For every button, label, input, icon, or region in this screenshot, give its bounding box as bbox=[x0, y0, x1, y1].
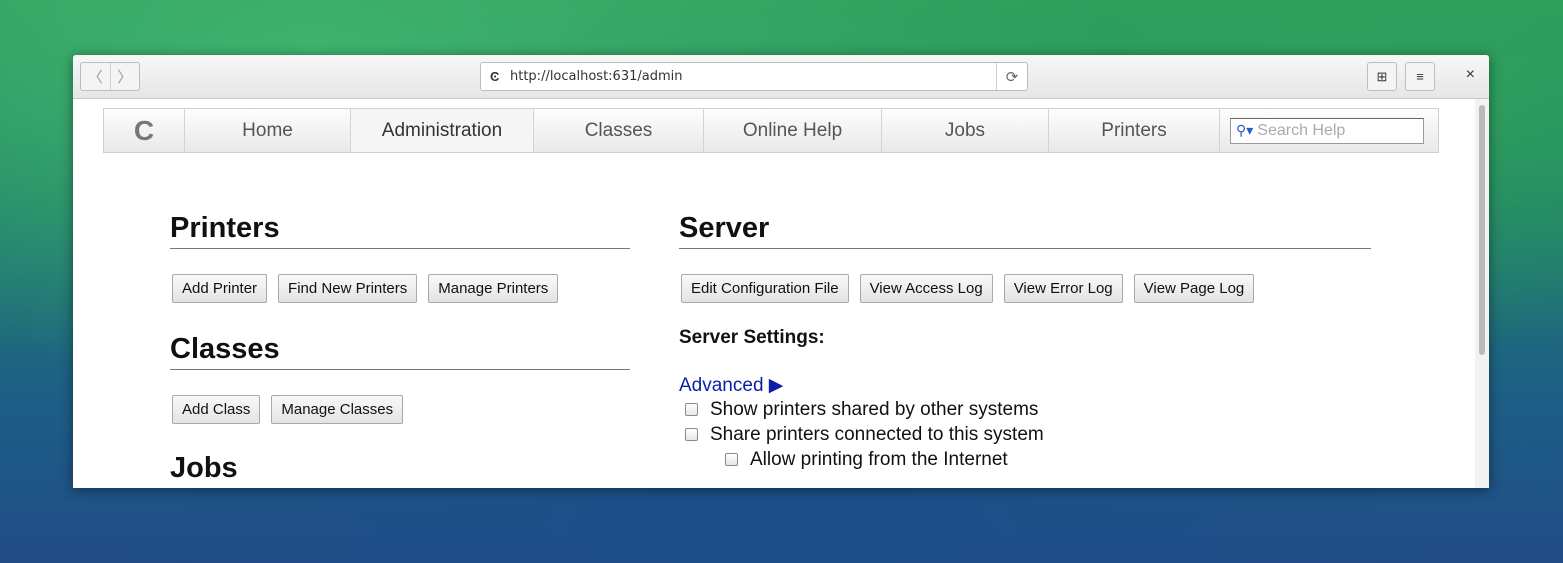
browser-window: 〈 〉 Ͼ http://localhost:631/admin ⟳ ⊞ ≡ ×… bbox=[73, 55, 1489, 488]
share-printers-label: Share printers connected to this system bbox=[710, 423, 1044, 445]
left-column: Printers Add Printer Find New Printers M… bbox=[170, 212, 630, 488]
cups-logo-icon: C bbox=[133, 114, 155, 146]
reload-button[interactable]: ⟳ bbox=[996, 63, 1027, 90]
printers-buttons: Add Printer Find New Printers Manage Pri… bbox=[172, 274, 630, 303]
allow-internet-printing-label: Allow printing from the Internet bbox=[750, 448, 1008, 470]
search-placeholder: Search Help bbox=[1257, 121, 1346, 139]
reload-icon: ⟳ bbox=[1005, 68, 1019, 86]
back-button[interactable]: 〈 bbox=[81, 63, 110, 90]
menu-icon: ≡ bbox=[1416, 69, 1424, 84]
bookmark-button[interactable]: ⊞ bbox=[1367, 62, 1397, 91]
search-icon: ⚲▾ bbox=[1236, 122, 1254, 138]
bookmark-icon: ⊞ bbox=[1376, 68, 1388, 84]
printers-heading: Printers bbox=[170, 212, 630, 249]
history-nav: 〈 〉 bbox=[80, 62, 140, 91]
show-shared-printers-checkbox[interactable] bbox=[685, 403, 698, 416]
close-button[interactable]: × bbox=[1466, 66, 1475, 84]
allow-internet-printing-checkbox[interactable] bbox=[725, 453, 738, 466]
search-area: ⚲▾ Search Help bbox=[1220, 109, 1438, 152]
chevron-right-icon: 〉 bbox=[117, 69, 133, 86]
cups-nav: C Home Administration Classes Online Hel… bbox=[103, 108, 1439, 153]
cups-logo[interactable]: C bbox=[104, 109, 185, 152]
vertical-scrollbar[interactable] bbox=[1475, 99, 1489, 488]
show-shared-printers-label: Show printers shared by other systems bbox=[710, 398, 1039, 420]
scrollbar-thumb[interactable] bbox=[1479, 105, 1485, 355]
forward-button[interactable]: 〉 bbox=[109, 63, 140, 90]
option-allow-internet-printing[interactable]: Allow printing from the Internet bbox=[725, 447, 1371, 472]
manage-classes-button[interactable]: Manage Classes bbox=[271, 395, 404, 424]
browser-toolbar: 〈 〉 Ͼ http://localhost:631/admin ⟳ ⊞ ≡ × bbox=[73, 55, 1489, 99]
share-printers-checkbox[interactable] bbox=[685, 428, 698, 441]
manage-printers-button[interactable]: Manage Printers bbox=[428, 274, 559, 303]
menu-button[interactable]: ≡ bbox=[1405, 62, 1435, 91]
tab-administration[interactable]: Administration bbox=[351, 109, 534, 152]
view-access-log-button[interactable]: View Access Log bbox=[859, 274, 993, 303]
add-class-button[interactable]: Add Class bbox=[172, 395, 261, 424]
address-bar[interactable]: Ͼ http://localhost:631/admin ⟳ bbox=[480, 62, 1028, 91]
view-error-log-button[interactable]: View Error Log bbox=[1003, 274, 1123, 303]
view-page-log-button[interactable]: View Page Log bbox=[1133, 274, 1255, 303]
option-share-printers[interactable]: Share printers connected to this system bbox=[685, 422, 1371, 447]
tab-jobs[interactable]: Jobs bbox=[882, 109, 1049, 152]
server-settings-label: Server Settings: bbox=[679, 327, 825, 348]
cups-icon: Ͼ bbox=[490, 68, 500, 84]
tab-online-help[interactable]: Online Help bbox=[704, 109, 882, 152]
option-show-shared-printers[interactable]: Show printers shared by other systems bbox=[685, 397, 1371, 422]
server-buttons: Edit Configuration File View Access Log … bbox=[681, 274, 1371, 303]
right-column: Server Edit Configuration File View Acce… bbox=[679, 212, 1371, 472]
classes-buttons: Add Class Manage Classes bbox=[172, 395, 630, 424]
chevron-left-icon: 〈 bbox=[87, 69, 103, 86]
classes-heading: Classes bbox=[170, 333, 630, 370]
url-text[interactable]: http://localhost:631/admin bbox=[510, 69, 996, 84]
jobs-heading: Jobs bbox=[170, 452, 238, 484]
tab-classes[interactable]: Classes bbox=[534, 109, 704, 152]
tab-printers[interactable]: Printers bbox=[1049, 109, 1220, 152]
page-content: C Home Administration Classes Online Hel… bbox=[73, 99, 1475, 488]
close-icon: × bbox=[1465, 66, 1475, 83]
advanced-link[interactable]: Advanced ▶ bbox=[679, 374, 1371, 397]
search-input[interactable]: ⚲▾ Search Help bbox=[1230, 117, 1424, 144]
tab-home[interactable]: Home bbox=[185, 109, 351, 152]
server-heading: Server bbox=[679, 212, 1371, 249]
edit-configuration-file-button[interactable]: Edit Configuration File bbox=[681, 274, 849, 303]
add-printer-button[interactable]: Add Printer bbox=[172, 274, 268, 303]
find-new-printers-button[interactable]: Find New Printers bbox=[278, 274, 418, 303]
